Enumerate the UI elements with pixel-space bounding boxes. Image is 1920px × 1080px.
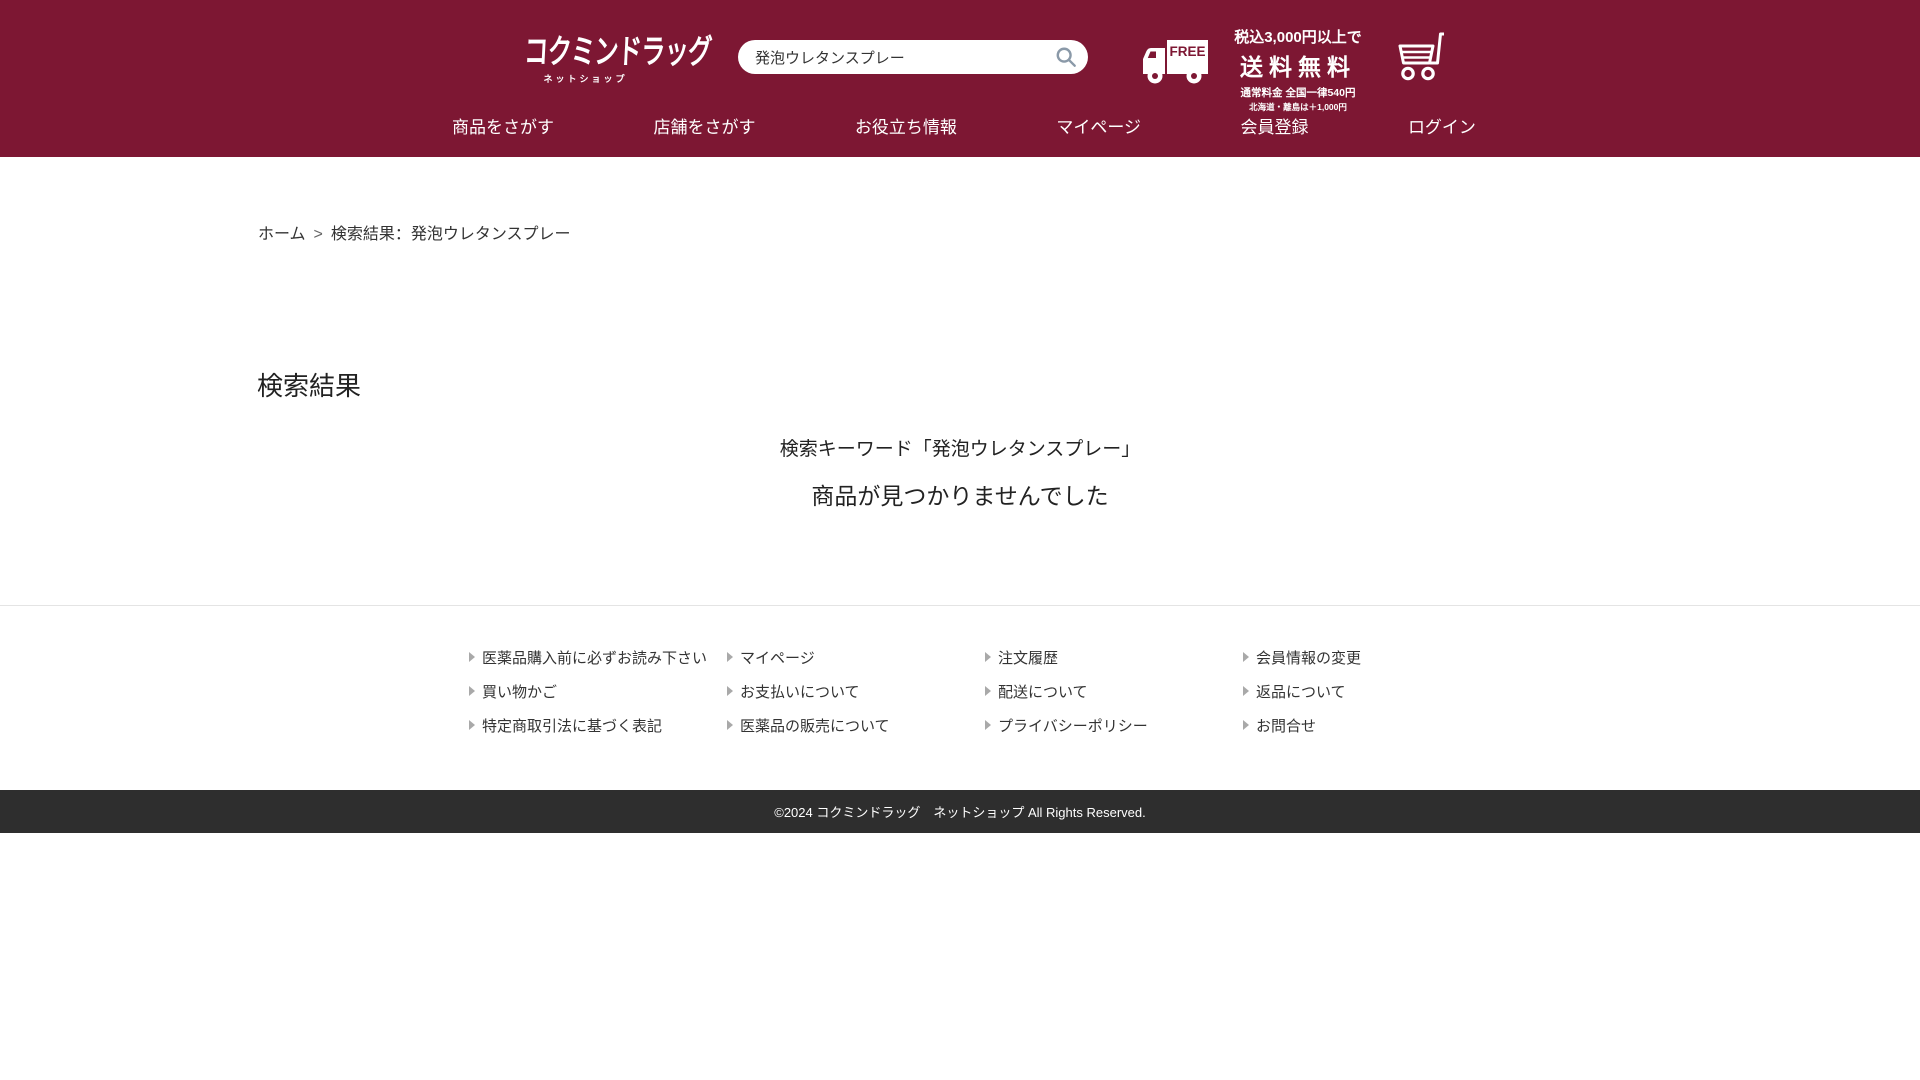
shipping-text: 税込3,000円以上で 送料無料 通常料金 全国一律540円 北海道・離島は＋1… <box>1218 26 1378 113</box>
page-title: 検索結果 <box>257 371 362 401</box>
no-results-message: 商品が見つかりませんでした <box>811 483 1109 509</box>
nav-item-useful-info[interactable]: お役立ち情報 <box>855 113 957 138</box>
arrow-right-icon <box>985 686 991 696</box>
footer-link-delivery[interactable]: 配送について <box>985 683 1243 701</box>
footer-link-member-info[interactable]: 会員情報の変更 <box>1243 649 1501 667</box>
footer-link-drug-sales[interactable]: 医薬品の販売について <box>727 717 985 735</box>
free-shipping-banner: FREE 税込3,000円以上で 送料無料 通常料金 全国一律540円 北海道・… <box>1142 26 1378 113</box>
arrow-right-icon <box>985 652 991 662</box>
footer-link-drug-notice[interactable]: 医薬品購入前に必ずお読み下さい <box>469 649 727 667</box>
footer-column-1: 医薬品購入前に必ずお読み下さい 買い物かご 特定商取引法に基づく表記 <box>469 649 727 751</box>
arrow-right-icon <box>1243 652 1249 662</box>
breadcrumb-separator: > <box>313 226 323 243</box>
site-header: コクミンドラッグ ネットショップ FREE 税込3,000円以上で 送料無料 通… <box>0 0 1920 157</box>
footer-link-contact[interactable]: お問合せ <box>1243 717 1501 735</box>
nav-item-mypage[interactable]: マイページ <box>1056 113 1141 138</box>
nav-item-register[interactable]: 会員登録 <box>1240 113 1308 138</box>
arrow-right-icon <box>727 652 733 662</box>
footer-link-commercial-law[interactable]: 特定商取引法に基づく表記 <box>469 717 727 735</box>
cart-icon[interactable] <box>1393 28 1445 82</box>
footer-link-returns[interactable]: 返品について <box>1243 683 1501 701</box>
footer-link-privacy-policy[interactable]: プライバシーポリシー <box>985 717 1243 735</box>
footer-column-2: マイページ お支払いについて 医薬品の販売について <box>727 649 985 751</box>
arrow-right-icon <box>469 686 475 696</box>
footer-link-order-history[interactable]: 注文履歴 <box>985 649 1243 667</box>
shipping-remote-fee: 北海道・離島は＋1,000円 <box>1249 102 1347 112</box>
footer-link-shopping-cart[interactable]: 買い物かご <box>469 683 727 701</box>
main-nav: 商品をさがす 店舗をさがす お役立ち情報 マイページ 会員登録 ログイン <box>452 113 1476 138</box>
footer-link-payment[interactable]: お支払いについて <box>727 683 985 701</box>
delivery-truck-icon: FREE <box>1143 40 1208 84</box>
copyright-text: ©2024 コクミンドラッグ ネットショップ All Rights Reserv… <box>774 805 1146 820</box>
footer-link-columns: 医薬品購入前に必ずお読み下さい 買い物かご 特定商取引法に基づく表記 マイページ… <box>469 649 1501 751</box>
logo-subtitle: ネットショップ <box>543 74 628 84</box>
footer-column-4: 会員情報の変更 返品について お問合せ <box>1243 649 1501 751</box>
breadcrumb-home[interactable]: ホーム <box>258 226 306 243</box>
arrow-right-icon <box>727 686 733 696</box>
breadcrumb-current: 検索結果：発泡ウレタンスプレー <box>330 226 571 243</box>
logo-text: コクミンドラッグ <box>523 32 713 71</box>
search-box <box>738 40 1088 74</box>
nav-item-login[interactable]: ログイン <box>1408 113 1476 138</box>
footer-link-mypage[interactable]: マイページ <box>727 649 985 667</box>
arrow-right-icon <box>469 720 475 730</box>
free-badge-text: FREE <box>1169 44 1205 59</box>
nav-item-products[interactable]: 商品をさがす <box>452 113 554 138</box>
shipping-normal-fee: 通常料金 全国一律540円 <box>1240 87 1356 99</box>
nav-item-stores[interactable]: 店舗をさがす <box>653 113 755 138</box>
site-footer: 医薬品購入前に必ずお読み下さい 買い物かご 特定商取引法に基づく表記 マイページ… <box>0 605 1920 790</box>
breadcrumb: ホーム > 検索結果：発泡ウレタンスプレー <box>258 220 571 244</box>
shipping-threshold: 税込3,000円以上で <box>1234 29 1362 46</box>
arrow-right-icon <box>727 720 733 730</box>
search-input[interactable] <box>738 40 1088 74</box>
arrow-right-icon <box>469 652 475 662</box>
search-keyword-line: 検索キーワード「発泡ウレタンスプレー」 <box>779 439 1141 460</box>
search-icon[interactable] <box>1055 46 1077 68</box>
site-logo[interactable]: コクミンドラッグ ネットショップ <box>498 26 712 85</box>
shipping-free-label: 送料無料 <box>1240 54 1356 80</box>
copyright-bar: ©2024 コクミンドラッグ ネットショップ All Rights Reserv… <box>0 790 1920 833</box>
arrow-right-icon <box>1243 720 1249 730</box>
footer-column-3: 注文履歴 配送について プライバシーポリシー <box>985 649 1243 751</box>
arrow-right-icon <box>985 720 991 730</box>
arrow-right-icon <box>1243 686 1249 696</box>
